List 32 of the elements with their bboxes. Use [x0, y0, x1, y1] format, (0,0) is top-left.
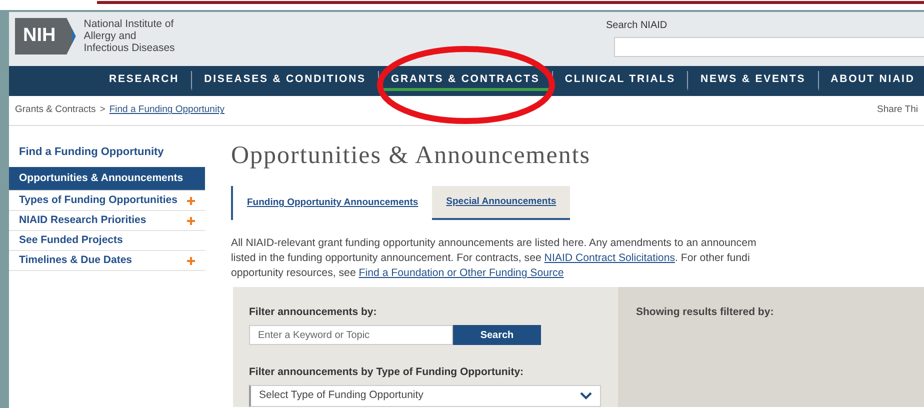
sidebar-item[interactable]: Timelines & Due Dates	[9, 251, 205, 271]
text-link[interactable]: NIAID Contract Solicitations	[544, 252, 676, 264]
nav-link[interactable]: NEWS & EVENTS	[688, 71, 819, 91]
nav-link[interactable]: GRANTS & CONTRACTS	[378, 71, 553, 91]
filter-label: Filter announcements by Type of Funding Opportunity:	[249, 365, 524, 380]
search-label: Search NIAID	[606, 19, 668, 33]
nih-logo[interactable]: NIH	[15, 18, 76, 54]
filter-label: Filter announcements by:	[249, 305, 377, 320]
nav-link[interactable]: DISEASES & CONDITIONS	[192, 71, 379, 91]
tab[interactable]: Special Announcements	[432, 186, 570, 220]
sidebar-item[interactable]: Types of Funding Opportunities	[9, 191, 205, 211]
sidebar-item[interactable]: NIAID Research Priorities	[9, 211, 205, 231]
chevron-icon	[580, 392, 592, 400]
breadcrumb-text: Grants & Contracts	[15, 103, 96, 118]
page-title: Opportunities & Announcements	[231, 142, 591, 170]
text-link[interactable]: Find a Foundation or Other Funding Source	[358, 267, 564, 280]
keyword-field[interactable]: Enter a Keyword or Topic	[249, 325, 453, 345]
nav-link[interactable]: CLINICAL TRIALS	[552, 71, 688, 91]
results-label: Showing results filtered by:	[636, 306, 774, 318]
search-field[interactable]	[614, 37, 924, 57]
nav-link[interactable]: ABOUT NIAID	[818, 71, 924, 91]
breadcrumb-separator: >	[100, 103, 106, 118]
type-select[interactable]: Select Type of Funding Opportunity	[249, 384, 601, 407]
sidebar-heading[interactable]: Find a Funding Opportunity	[9, 144, 205, 167]
breadcrumb-link[interactable]: Find a Funding Opportunity	[109, 103, 224, 118]
sidebar-item[interactable]: See Funded Projects	[9, 231, 205, 251]
institute-name: National Institute of Allergy and Infectious Diseases	[84, 18, 175, 54]
nav-link[interactable]: RESEARCH	[97, 71, 192, 91]
sidebar-item[interactable]: Opportunities & Announcements	[9, 167, 205, 191]
share-text[interactable]: Share Thi	[876, 103, 918, 118]
intro-paragraph: All NIAID-relevant grant funding opportunity announcements are listed here. Any amendments to an announcem listed in the funding opportunity announcement. For contracts, see NIAID Contract Solicitations. For other fundi opportunity resources, see Find a Foundation or Other Funding Source	[231, 236, 758, 282]
search-button[interactable]: Search	[453, 325, 541, 345]
